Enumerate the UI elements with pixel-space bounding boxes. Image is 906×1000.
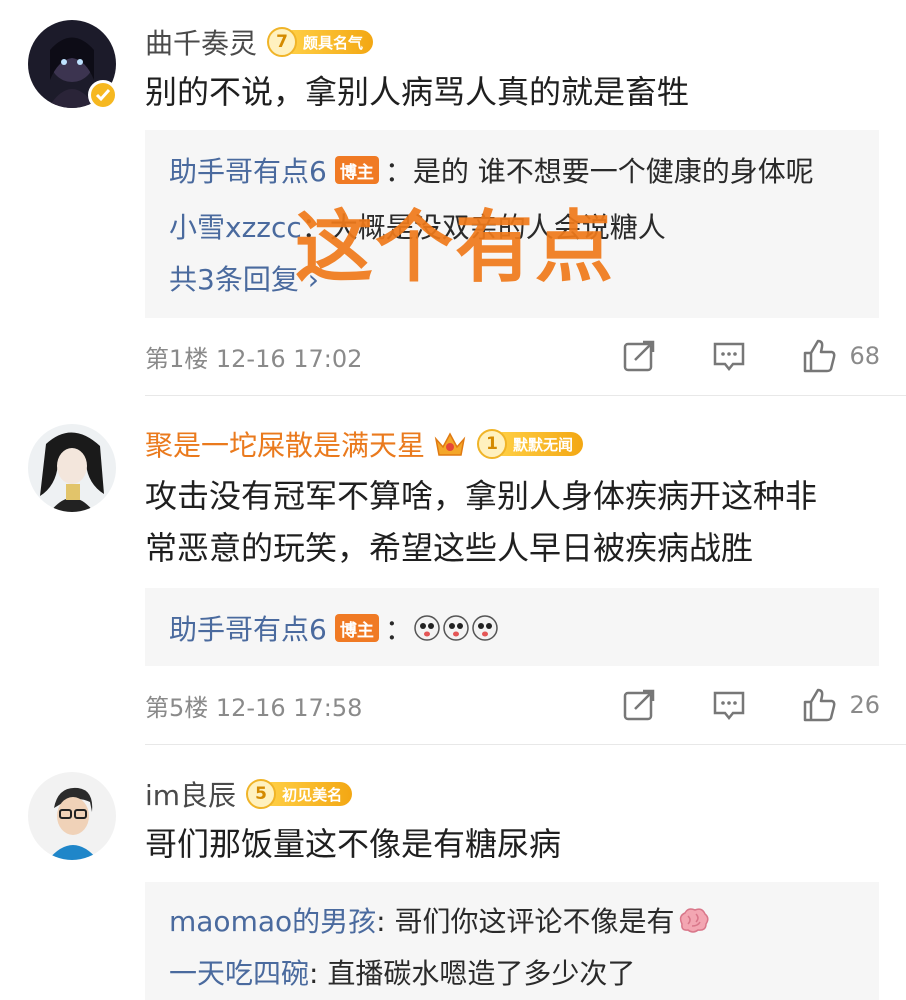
- like-icon[interactable]: [801, 338, 837, 374]
- host-tag: 博主: [334, 156, 379, 184]
- floor-timestamp: 第1楼 12-16 17:02: [145, 344, 363, 373]
- share-icon[interactable]: [621, 338, 657, 374]
- brain-icon: [680, 908, 709, 933]
- reply-username[interactable]: 小雪xzzcc: [169, 206, 302, 246]
- avatar[interactable]: [28, 424, 116, 512]
- fan-level-badge[interactable]: 1 默默无闻: [477, 429, 584, 459]
- crown-icon: [434, 432, 466, 456]
- username[interactable]: im良辰: [145, 774, 236, 814]
- reply-box[interactable]: 助手哥有点6 博主 ：: [145, 588, 879, 666]
- emoji-icon: [414, 615, 498, 641]
- reply-text: : 直播碳水嗯造了多少次了: [309, 957, 636, 990]
- comment-text-line: 常恶意的玩笑，希望这些人早日被疾病战胜: [145, 529, 754, 567]
- comment-text: 哥们那饭量这不像是有糖尿病: [145, 825, 562, 863]
- reply-box[interactable]: maomao的男孩 : 哥们你这评论不像是有 一天吃四碗 : 直播碳水嗯造了多少…: [145, 882, 879, 1000]
- comment-icon[interactable]: [711, 687, 747, 723]
- divider: [145, 744, 906, 745]
- fan-level-badge[interactable]: 7 颇具名气: [267, 27, 374, 57]
- like-icon[interactable]: [801, 687, 837, 723]
- reply-text: ：: [384, 613, 413, 646]
- divider: [145, 395, 906, 396]
- floor-timestamp: 第5楼 12-16 17:58: [145, 693, 363, 722]
- host-tag: 博主: [334, 614, 379, 642]
- fan-level-badge[interactable]: 5 初见美名: [246, 779, 353, 809]
- share-icon[interactable]: [621, 687, 657, 723]
- watermark-text: 这个有点: [295, 203, 616, 293]
- comment-icon[interactable]: [711, 338, 747, 374]
- reply-text: ：是的 谁不想要一个健康的身体呢: [384, 155, 814, 188]
- reply-username[interactable]: 助手哥有点6: [169, 150, 327, 190]
- reply-username[interactable]: 助手哥有点6: [169, 608, 327, 648]
- avatar[interactable]: [28, 772, 116, 860]
- comment-text: 别的不说，拿别人病骂人真的就是畜牲: [145, 73, 690, 111]
- emoji-row: [413, 613, 503, 643]
- reply-item[interactable]: 一天吃四碗 : 直播碳水嗯造了多少次了: [169, 952, 635, 992]
- reply-username[interactable]: maomao的男孩: [169, 900, 376, 940]
- like-count: 68: [849, 342, 880, 370]
- reply-item[interactable]: maomao的男孩 : 哥们你这评论不像是有: [169, 900, 710, 940]
- comment-text-line: 攻击没有冠军不算啥，拿别人身体疾病开这种非: [145, 477, 818, 515]
- like-count: 26: [849, 691, 880, 719]
- reply-text: : 哥们你这评论不像是有: [376, 905, 675, 938]
- username[interactable]: 曲千奏灵: [145, 22, 257, 62]
- reply-username[interactable]: 一天吃四碗: [169, 952, 309, 992]
- reply-item[interactable]: 助手哥有点6 博主 ：是的 谁不想要一个健康的身体呢: [169, 150, 814, 190]
- reply-item[interactable]: 助手哥有点6 博主 ：: [169, 608, 503, 648]
- username[interactable]: 聚是一坨屎散是满天星: [145, 424, 425, 464]
- verified-icon: [88, 80, 118, 110]
